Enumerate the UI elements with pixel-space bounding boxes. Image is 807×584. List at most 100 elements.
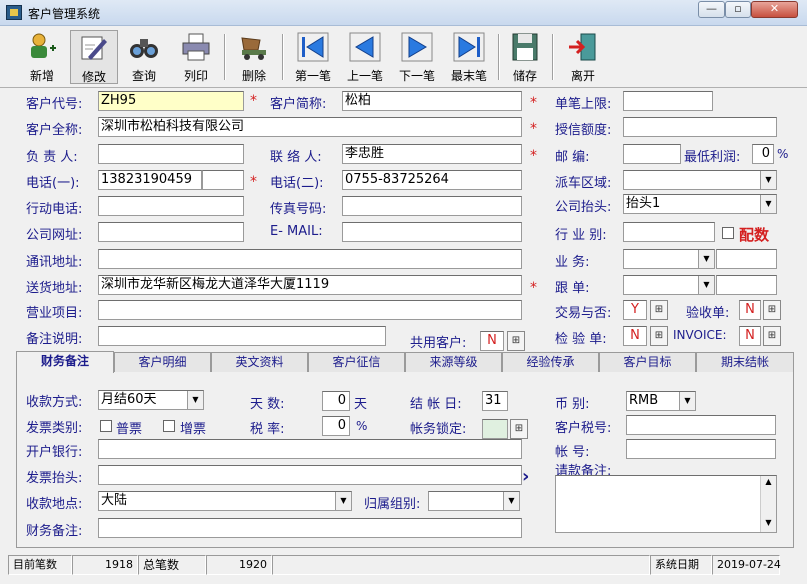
delivery-address-field[interactable]: 深圳市龙华新区梅龙大道泽华大厦1119 [98,275,522,295]
tab-english-info[interactable]: 英文资料 [211,352,308,372]
tab-period-close[interactable]: 期末结帐 [696,352,794,372]
toolbar: 新增 修改 查询 列印 删除 第一笔 上一笔 下一笔 最末笔 储存 离开 [0,26,807,88]
follow-select[interactable]: ▼ [623,275,715,295]
accept-order-field[interactable]: N [739,300,761,320]
add-label: 新增 [29,69,54,83]
fax-field[interactable] [342,196,522,216]
customer-short-label: 客户简称: [270,97,327,112]
industry-field[interactable] [623,222,715,242]
tab-customer-target[interactable]: 客户目标 [599,352,696,372]
last-record-label: 最末笔 [450,69,487,83]
settle-day-field[interactable]: 31 [482,391,508,411]
vat-invoice-checkbox[interactable] [163,420,175,432]
mail-address-field[interactable] [98,249,522,269]
lookup-icon[interactable]: ⊞ [510,419,528,439]
credit-limit-field[interactable] [623,117,777,137]
group-select[interactable]: ▼ [428,491,520,511]
email-field[interactable] [342,222,522,242]
bank-field[interactable] [98,439,522,459]
chevron-down-icon[interactable]: ▼ [335,492,351,510]
phone2-field[interactable]: 0755-83725264 [342,170,522,190]
save-button[interactable]: 储存 [502,30,548,84]
exit-button[interactable]: 离开 [558,30,608,84]
accept-order-label: 验收单: [686,306,730,321]
expand-arrow-icon[interactable]: › [522,466,529,487]
tax-number-field[interactable] [626,415,776,435]
tab-finance[interactable]: 财务备注 [16,351,114,373]
lookup-icon[interactable]: ⊞ [507,331,525,351]
last-record-button[interactable]: 最末笔 [444,30,494,84]
account-no-field[interactable] [626,439,776,459]
match-label: 配数 [739,226,770,244]
edit-button[interactable]: 修改 [70,30,118,84]
mobile-field[interactable] [98,196,244,216]
inspection-field[interactable]: N [623,326,647,346]
tab-customer-detail[interactable]: 客户明细 [114,352,211,372]
business-items-field[interactable] [98,300,522,320]
follow-name-field[interactable] [716,275,777,295]
customer-full-field[interactable]: 深圳市松柏科技有限公司 [98,117,522,137]
dispatch-area-select[interactable]: ▼ [623,170,777,190]
delete-button[interactable]: 删除 [230,30,278,84]
prev-record-button[interactable]: 上一笔 [340,30,390,84]
finance-note-field[interactable] [98,518,522,538]
pay-note-textarea[interactable]: ▲ ▼ [555,475,777,533]
print-button[interactable]: 列印 [172,30,220,84]
chevron-down-icon[interactable]: ▼ [760,195,776,213]
invoice-field[interactable]: N [739,326,761,346]
trade-label: 交易与否: [555,306,612,321]
lookup-icon[interactable]: ⊞ [650,326,668,346]
account-lock-field[interactable] [482,419,508,439]
scrollbar[interactable]: ▲ ▼ [760,476,776,532]
pen-edit-icon [81,36,107,60]
minimize-button[interactable]: — [698,1,725,18]
shared-customer-field[interactable]: N [480,331,504,351]
last-arrow-icon [453,32,485,62]
currency-select[interactable]: RMB ▼ [626,391,696,411]
close-button[interactable]: ✕ [751,1,798,18]
customer-code-field[interactable]: ZH95 [98,91,244,111]
contact-field[interactable]: 李忠胜 [342,144,522,164]
tab-source-level[interactable]: 来源等级 [405,352,502,372]
next-record-button[interactable]: 下一笔 [392,30,442,84]
business-name-field[interactable] [716,249,777,269]
tab-experience[interactable]: 经验传承 [502,352,599,372]
invoice-header-field[interactable] [98,465,522,485]
min-profit-field[interactable]: 0 [752,144,774,164]
responsible-field[interactable] [98,144,244,164]
search-button[interactable]: 查询 [120,30,168,84]
business-select[interactable]: ▼ [623,249,715,269]
lookup-icon[interactable]: ⊞ [763,326,781,346]
dispatch-area-label: 派车区域: [555,176,612,191]
postal-field[interactable] [623,144,681,164]
days-field[interactable]: 0 [322,391,350,411]
pay-place-value: 大陆 [101,493,128,508]
customer-short-field[interactable]: 松柏 [342,91,522,111]
remarks-field[interactable] [98,326,386,346]
match-checkbox[interactable] [722,227,734,239]
chevron-down-icon[interactable]: ▼ [760,171,776,189]
phone1-ext-field[interactable] [202,170,244,190]
website-field[interactable] [98,222,244,242]
trade-field[interactable]: Y [623,300,647,320]
company-header-select[interactable]: 抬头1 ▼ [623,194,777,214]
min-profit-unit: % [777,147,789,161]
single-limit-field[interactable] [623,91,713,111]
tax-rate-field[interactable]: 0 [322,416,350,436]
phone1-field[interactable]: 13823190459 [98,170,202,190]
chevron-down-icon[interactable]: ▼ [679,392,695,410]
first-record-button[interactable]: 第一笔 [288,30,338,84]
tab-credit[interactable]: 客户征信 [308,352,405,372]
customer-code-label: 客户代号: [26,97,83,112]
normal-invoice-checkbox[interactable] [100,420,112,432]
lookup-icon[interactable]: ⊞ [650,300,668,320]
chevron-down-icon[interactable]: ▼ [503,492,519,510]
pay-method-select[interactable]: 月结60天 ▼ [98,390,204,410]
pay-place-select[interactable]: 大陆 ▼ [98,491,352,511]
maximize-button[interactable]: ▫ [725,1,751,18]
chevron-down-icon[interactable]: ▼ [187,391,203,409]
chevron-down-icon[interactable]: ▼ [698,250,714,268]
add-button[interactable]: 新增 [18,30,66,84]
chevron-down-icon[interactable]: ▼ [698,276,714,294]
lookup-icon[interactable]: ⊞ [763,300,781,320]
